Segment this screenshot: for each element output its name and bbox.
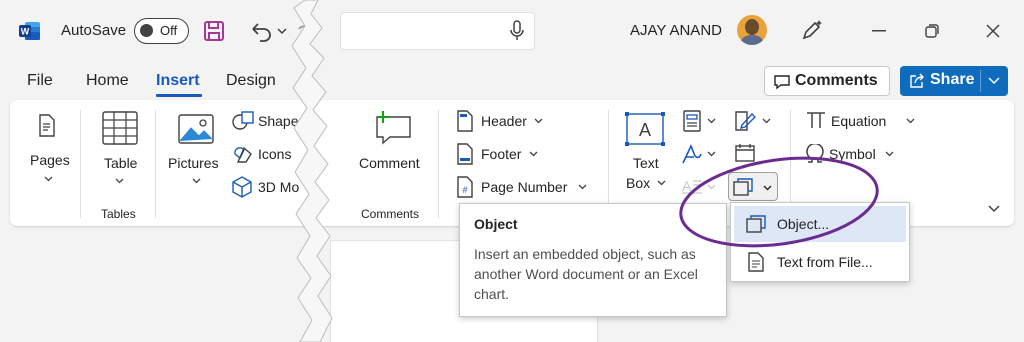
symbol-dropdown-icon[interactable]	[885, 151, 894, 157]
page-number-icon[interactable]: #	[456, 176, 474, 198]
tooltip-description: Insert an embedded object, such as anoth…	[474, 246, 698, 302]
svg-text:A: A	[639, 120, 651, 140]
tooltip-title: Object	[474, 216, 518, 232]
equation-icon[interactable]	[806, 111, 826, 129]
pictures-button-label[interactable]: Pictures	[168, 155, 219, 171]
svg-text:W: W	[21, 27, 30, 37]
save-icon[interactable]	[203, 20, 225, 42]
icons-icon[interactable]	[232, 144, 254, 166]
quick-parts-icon[interactable]	[682, 110, 702, 132]
page-number-button-label[interactable]: Page Number	[481, 179, 567, 195]
avatar[interactable]	[737, 15, 767, 45]
share-icon	[909, 73, 925, 89]
group-divider	[80, 110, 81, 218]
group-divider	[438, 110, 439, 218]
comments-button-label: Comments	[795, 72, 878, 89]
menu-item-text-from-file-label: Text from File...	[777, 254, 873, 270]
user-name[interactable]: AJAY ANAND	[630, 22, 722, 39]
table-icon[interactable]	[102, 111, 138, 145]
title-bar: W AutoSave Off AJAY ANAND	[0, 0, 1024, 62]
close-icon[interactable]	[986, 24, 1000, 38]
comment-icon	[773, 74, 791, 90]
share-button[interactable]: Share	[900, 66, 1008, 96]
active-tab-underline	[156, 94, 202, 97]
3d-models-icon[interactable]	[232, 176, 252, 198]
group-divider	[155, 110, 156, 218]
text-box-dropdown-icon[interactable]	[657, 180, 666, 186]
word-logo-icon: W	[19, 21, 41, 41]
pages-button-label[interactable]: Pages	[30, 152, 70, 168]
minimize-icon[interactable]	[872, 30, 886, 32]
tables-group-label: Tables	[101, 207, 136, 221]
text-box-label-line1[interactable]: Text	[633, 155, 659, 171]
footer-button-label[interactable]: Footer	[481, 146, 521, 162]
equation-dropdown-icon[interactable]	[906, 118, 915, 124]
text-box-label-line2[interactable]: Box	[626, 175, 650, 191]
shapes-icon[interactable]	[232, 111, 254, 131]
tab-insert[interactable]: Insert	[156, 72, 200, 90]
designer-pen-icon[interactable]	[800, 18, 824, 42]
equation-button-label[interactable]: Equation	[831, 113, 886, 129]
svg-text:#: #	[462, 185, 467, 195]
pictures-dropdown-icon[interactable]	[192, 178, 201, 184]
text-from-file-icon	[748, 252, 764, 272]
pictures-icon[interactable]	[178, 114, 214, 144]
quick-parts-dropdown-icon[interactable]	[707, 118, 716, 124]
signature-line-icon[interactable]	[734, 110, 756, 132]
header-dropdown-icon[interactable]	[534, 118, 543, 124]
search-box[interactable]	[340, 12, 535, 50]
torn-edge-divider	[270, 0, 360, 342]
header-icon[interactable]	[456, 110, 474, 132]
comment-button-label[interactable]: Comment	[359, 155, 420, 171]
page-number-dropdown-icon[interactable]	[578, 184, 587, 190]
microphone-icon[interactable]	[510, 20, 524, 42]
autosave-label: AutoSave	[61, 22, 127, 39]
tab-file[interactable]: File	[27, 72, 53, 90]
new-comment-icon[interactable]	[374, 109, 412, 145]
pages-icon[interactable]	[37, 114, 57, 138]
header-button-label[interactable]: Header	[481, 113, 527, 129]
ribbon-collapse-chevron-icon[interactable]	[988, 205, 1000, 213]
chevron-down-icon[interactable]	[988, 77, 1000, 85]
table-button-label[interactable]: Table	[104, 155, 137, 171]
group-divider	[608, 110, 609, 218]
footer-icon[interactable]	[456, 143, 474, 165]
table-dropdown-icon[interactable]	[115, 178, 124, 184]
footer-dropdown-icon[interactable]	[529, 151, 538, 157]
annotation-highlight-ellipse	[675, 152, 885, 252]
share-button-label: Share	[930, 71, 975, 88]
toggle-knob	[140, 24, 153, 37]
text-box-icon[interactable]: A	[625, 112, 665, 146]
pages-dropdown-icon[interactable]	[44, 176, 53, 182]
share-divider	[980, 70, 981, 92]
comments-button[interactable]: Comments	[764, 66, 890, 96]
tab-design[interactable]: Design	[226, 72, 276, 90]
restore-icon[interactable]	[925, 24, 939, 38]
comments-group-label: Comments	[361, 207, 420, 221]
toggle-state-label: Off	[160, 23, 178, 38]
autosave-toggle[interactable]: Off	[134, 18, 189, 44]
signature-dropdown-icon[interactable]	[762, 118, 771, 124]
tab-home[interactable]: Home	[86, 72, 129, 90]
